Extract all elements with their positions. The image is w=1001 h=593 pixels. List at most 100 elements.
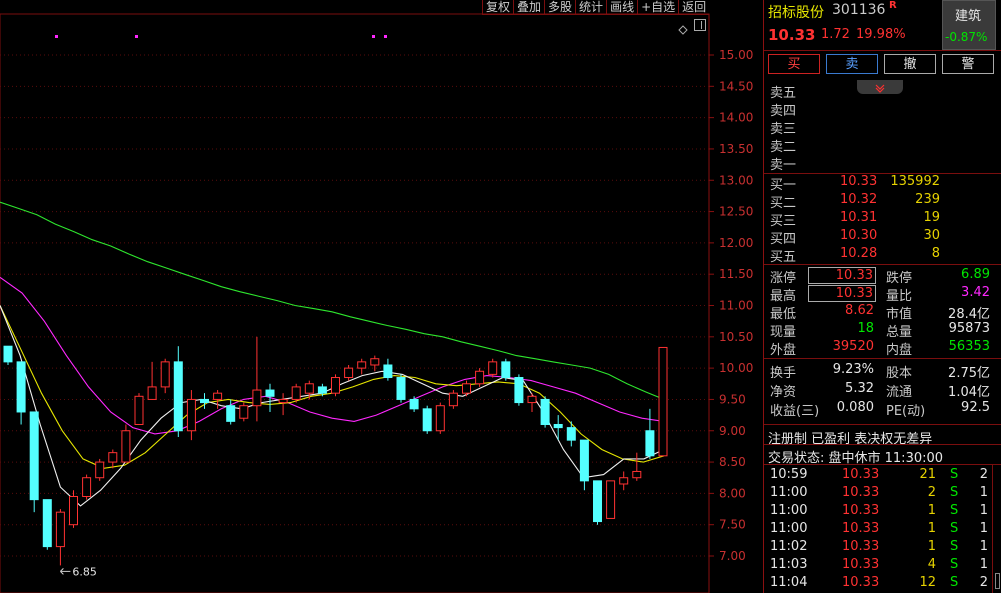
toolbar-button-2[interactable]: 多股 — [544, 0, 575, 14]
candle[interactable] — [383, 358, 393, 381]
candle[interactable] — [186, 390, 196, 441]
fund-label: 换手 — [770, 366, 797, 381]
candle[interactable] — [527, 393, 537, 412]
candle[interactable] — [3, 345, 13, 365]
candle[interactable] — [658, 346, 668, 457]
candle[interactable] — [121, 424, 131, 463]
candle[interactable] — [540, 396, 550, 428]
chevron-down-icon[interactable] — [857, 80, 903, 94]
y-tick-label: 12.50 — [719, 205, 753, 219]
price-change: 1.72 — [821, 27, 850, 42]
toolbar-button-4[interactable]: 画线 — [606, 0, 637, 14]
candle[interactable] — [344, 364, 354, 381]
event-marker[interactable] — [372, 35, 375, 38]
tick-side: S — [950, 575, 959, 590]
y-tick-label: 15.00 — [719, 48, 753, 62]
candle[interactable] — [462, 380, 471, 397]
toolbar-button-5[interactable]: +自选 — [637, 0, 678, 14]
candle[interactable] — [553, 415, 563, 441]
tick-count: 1 — [979, 539, 988, 554]
candle[interactable] — [134, 393, 144, 425]
fund-label: PE(动) — [886, 404, 926, 419]
stat-label: 涨停 — [770, 271, 797, 286]
candle[interactable] — [69, 490, 78, 528]
tick-volume: 21 — [919, 467, 936, 482]
candle[interactable] — [82, 474, 92, 500]
y-tick-label: 9.00 — [719, 424, 746, 438]
chart-panel-toggle-icon[interactable] — [694, 19, 706, 31]
tick-list-scrollbar[interactable] — [992, 465, 1001, 593]
event-marker[interactable] — [384, 35, 387, 38]
candle[interactable] — [147, 361, 157, 400]
candle[interactable] — [108, 449, 118, 469]
tick-count: 2 — [979, 575, 988, 590]
diamond-icon[interactable] — [678, 20, 688, 35]
candle[interactable] — [435, 402, 445, 434]
asks-label: 卖五 — [770, 86, 797, 101]
y-tick-label: 14.00 — [719, 111, 753, 125]
bids-volume: 239 — [915, 192, 940, 207]
candle[interactable] — [632, 452, 642, 481]
cancel-order-button[interactable]: 撤 — [884, 54, 936, 74]
candle[interactable] — [331, 374, 340, 397]
candle[interactable] — [514, 374, 524, 406]
tick-time: 11:04 — [770, 575, 808, 590]
stat-label: 跌停 — [886, 271, 913, 286]
alert-button[interactable]: 警 — [942, 54, 994, 74]
candle[interactable] — [95, 458, 105, 481]
sell-button[interactable]: 卖 — [826, 54, 878, 74]
y-tick-label: 7.00 — [719, 549, 746, 563]
candle[interactable] — [475, 368, 485, 387]
candlestick-chart[interactable]: 15.00 14.50 14.00 13.50 13.00 12.50 12.00 11.50… — [0, 0, 763, 593]
candle[interactable] — [370, 355, 380, 372]
tick-side: S — [950, 557, 959, 572]
candle[interactable] — [409, 396, 419, 412]
stat-value: 3.42 — [961, 285, 990, 300]
candle[interactable] — [291, 383, 301, 403]
candle[interactable] — [448, 390, 458, 409]
candle[interactable] — [579, 439, 589, 491]
bids-volume: 8 — [931, 246, 940, 261]
candle[interactable] — [16, 361, 26, 425]
tick-count: 1 — [979, 557, 988, 572]
y-tick-label: 9.50 — [719, 392, 746, 406]
toolbar-button-0[interactable]: 复权 — [482, 0, 513, 14]
candle[interactable] — [55, 509, 65, 566]
candle[interactable] — [566, 421, 576, 447]
toolbar-button-6[interactable]: 返回 — [678, 0, 709, 14]
stat-label: 最高 — [770, 289, 797, 304]
y-tick-label: 10.00 — [719, 361, 753, 375]
candle[interactable] — [501, 358, 511, 381]
candle[interactable] — [160, 358, 170, 394]
candle[interactable] — [422, 405, 432, 434]
candle[interactable] — [239, 402, 249, 422]
tick-side: S — [950, 467, 959, 482]
candle[interactable] — [357, 358, 367, 375]
toolbar-button-1[interactable]: 叠加 — [513, 0, 544, 14]
candle[interactable] — [396, 374, 406, 403]
buy-button[interactable]: 买 — [768, 54, 820, 74]
event-marker[interactable] — [135, 35, 138, 38]
candle[interactable] — [619, 471, 629, 491]
sector-box[interactable]: 建筑 -0.87% — [942, 0, 996, 50]
candle[interactable] — [252, 336, 262, 422]
candle[interactable] — [213, 390, 223, 409]
candle[interactable] — [606, 480, 616, 519]
sector-change: -0.87% — [945, 30, 988, 44]
candle[interactable] — [645, 408, 655, 459]
candle[interactable] — [488, 358, 498, 378]
y-tick-label: 11.50 — [719, 267, 753, 281]
y-tick-label: 10.50 — [719, 330, 753, 344]
tick-time: 11:03 — [770, 557, 808, 572]
candle[interactable] — [593, 480, 602, 525]
asks-label: 卖一 — [770, 158, 797, 173]
stat-label: 内盘 — [886, 343, 913, 358]
toolbar-button-3[interactable]: 统计 — [575, 0, 606, 14]
candle[interactable] — [278, 393, 288, 416]
candle[interactable] — [29, 411, 39, 513]
candle[interactable] — [42, 499, 52, 550]
tick-count: 1 — [979, 521, 988, 536]
event-marker[interactable] — [55, 35, 58, 38]
bids-volume: 19 — [923, 210, 940, 225]
candle[interactable] — [173, 346, 183, 438]
